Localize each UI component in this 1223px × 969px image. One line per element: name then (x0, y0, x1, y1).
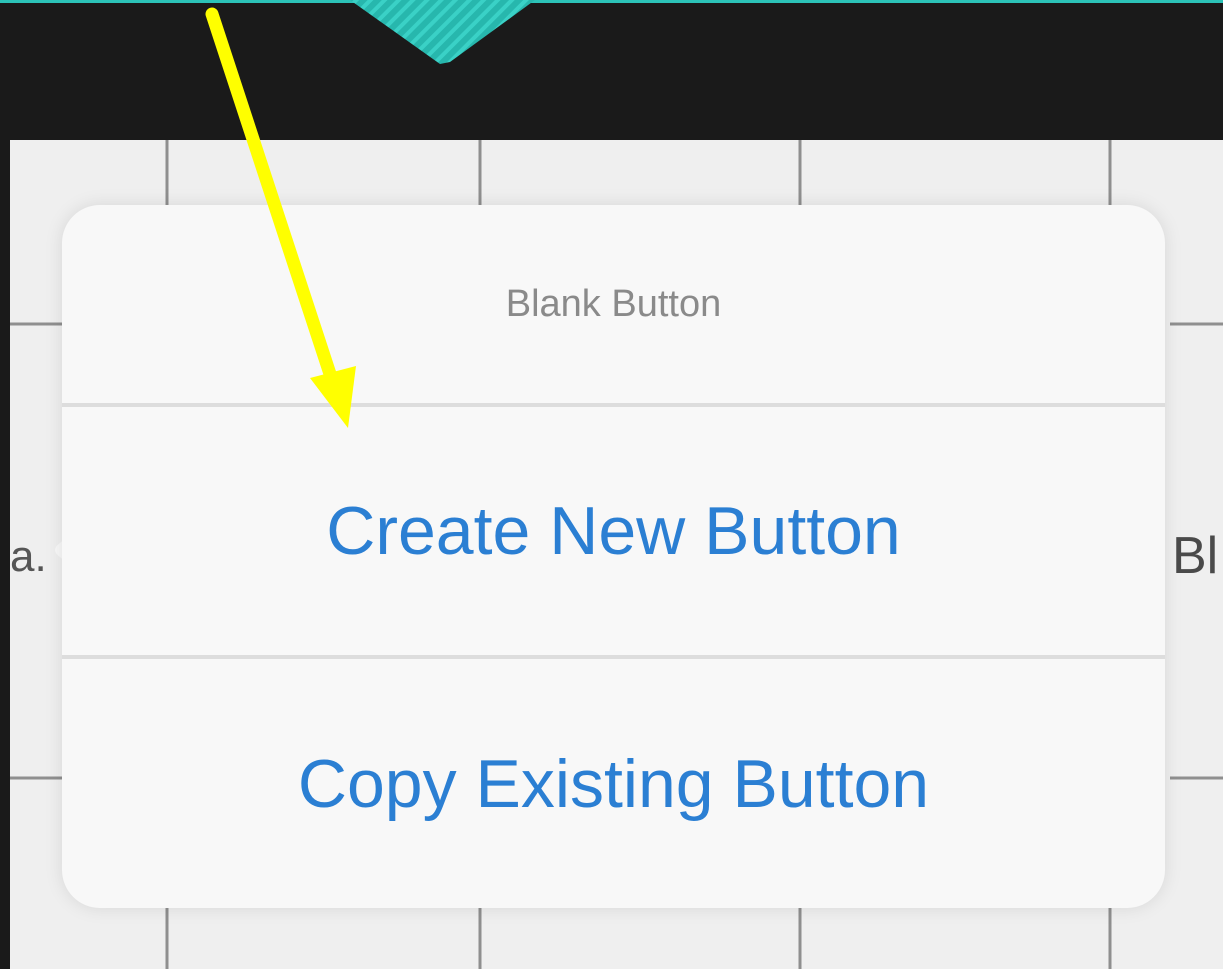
partial-grid-label-right: Bl (1172, 527, 1219, 585)
copy-existing-button-action[interactable]: Copy Existing Button (62, 659, 1165, 908)
screenshot-stage: a. Bl Blank Button Create New Button Cop… (0, 0, 1223, 969)
create-new-button-action[interactable]: Create New Button (62, 407, 1165, 655)
teal-tab-icon (350, 0, 535, 64)
popover-title: Blank Button (505, 282, 722, 325)
new-button-popover: Blank Button Create New Button Copy Exis… (62, 205, 1165, 908)
